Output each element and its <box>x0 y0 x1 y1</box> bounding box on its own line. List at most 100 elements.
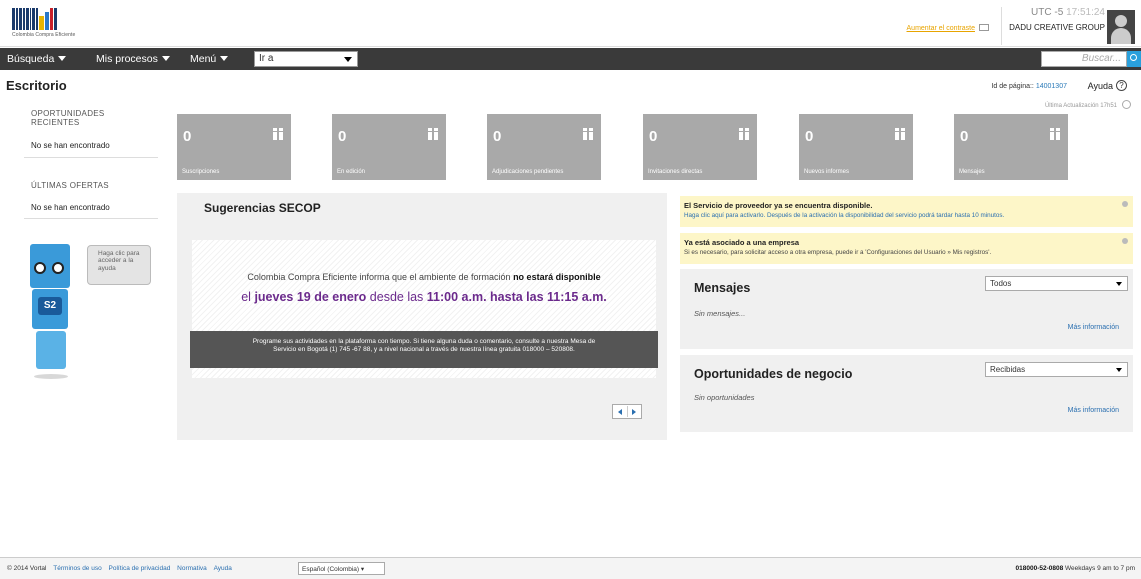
announcement-line-1: Colombia Compra Eficiente informa que el… <box>192 272 656 282</box>
messages-panel: Mensajes Todos Sin mensajes... Más infor… <box>680 269 1133 349</box>
page-title: Escritorio <box>6 78 67 93</box>
goto-select[interactable]: Ir a <box>254 51 358 67</box>
mail-icon[interactable] <box>979 24 989 31</box>
tile-en-edicion[interactable]: 0 En edición <box>332 114 446 180</box>
refresh-icon[interactable] <box>1122 100 1131 109</box>
tile-label: Suscripciones <box>182 169 220 175</box>
announcement-contact-1: Programe sus actividades en la plataform… <box>252 338 596 345</box>
footer-link-normativa[interactable]: Normativa <box>177 565 207 572</box>
business-empty: Sin oportunidades <box>694 393 755 402</box>
announcement-text: desde las <box>369 290 424 304</box>
help-mascot[interactable]: S2 Haga clic para acceder a la ayuda <box>20 234 160 384</box>
nav-mis-procesos[interactable]: Mis procesos <box>96 53 170 65</box>
prev-arrow-icon[interactable] <box>618 409 622 415</box>
notice-text: Si es necesario, para solicitar acceso a… <box>684 249 992 256</box>
footer: © 2014 Vortal Términos de uso Política d… <box>0 557 1141 579</box>
tile-mensajes[interactable]: 0 Mensajes <box>954 114 1068 180</box>
goto-value: Ir a <box>259 53 274 64</box>
mascot-base <box>36 331 66 369</box>
help-link[interactable]: Ayuda <box>1088 81 1113 91</box>
announcement-time: 11:00 a.m. hasta las 11:15 a.m. <box>426 290 607 304</box>
language-value: Español (Colombia) <box>302 566 360 573</box>
avatar[interactable] <box>1107 10 1135 44</box>
announcement-date: jueves 19 de enero <box>254 290 367 304</box>
business-filter-select[interactable]: Recibidas <box>985 362 1128 377</box>
organization-name[interactable]: DADU CREATIVE GROUP <box>1008 23 1105 32</box>
nav-busqueda[interactable]: Búsqueda <box>7 53 67 65</box>
gift-icon <box>583 128 593 140</box>
tile-count: 0 <box>960 128 969 145</box>
support-hours: Weekdays 9 am to 7 pm <box>1065 565 1135 572</box>
messages-title: Mensajes <box>694 281 751 295</box>
increase-contrast-link[interactable]: Aumentar el contraste <box>907 25 975 32</box>
offers-empty: No se han encontrado <box>31 203 110 212</box>
language-select[interactable]: Español (Colombia) ▾ <box>298 562 385 575</box>
page-id: Id de página:: 14001307 <box>991 83 1067 90</box>
logo-caption: Colombia Compra Eficiente <box>12 32 76 38</box>
close-icon[interactable] <box>1122 201 1128 207</box>
copyright: © 2014 Vortal <box>7 565 47 572</box>
footer-link-privacy[interactable]: Política de privacidad <box>109 565 171 572</box>
close-icon[interactable] <box>1122 238 1128 244</box>
user-info: UTC -5 17:51:24 DADU CREATIVE GROUP <box>1001 7 1105 45</box>
gift-icon <box>895 128 905 140</box>
business-panel: Oportunidades de negocio Recibidas Sin o… <box>680 355 1133 432</box>
notice-title: El Servicio de proveedor ya se encuentra… <box>684 201 873 210</box>
business-title: Oportunidades de negocio <box>694 367 853 381</box>
notice-provider-service: El Servicio de proveedor ya se encuentra… <box>680 196 1133 227</box>
main-nav-bar: Búsqueda Mis procesos Menú Ir a Buscar..… <box>0 48 1141 70</box>
suggestions-panel: Sugerencias SECOP Colombia Compra Eficie… <box>177 193 667 440</box>
gift-icon <box>428 128 438 140</box>
support-phone: 018000-52-0808 <box>1015 565 1064 572</box>
colombia-compra-logo[interactable]: Colombia Compra Eficiente <box>12 8 107 42</box>
help-bubble[interactable]: Haga clic para acceder a la ayuda <box>87 245 151 285</box>
mascot-badge: S2 <box>38 297 62 315</box>
chevron-down-icon <box>1116 282 1122 286</box>
tile-adjudicaciones[interactable]: 0 Adjudicaciones pendientes <box>487 114 601 180</box>
announcement-dark-bar: Programe sus actividades en la plataform… <box>190 331 658 368</box>
tile-count: 0 <box>649 128 658 145</box>
footer-link-terms[interactable]: Términos de uso <box>53 565 101 572</box>
footer-right: 018000-52-0808 Weekdays 9 am to 7 pm <box>1016 565 1136 572</box>
footer-link-help[interactable]: Ayuda <box>214 565 232 572</box>
search-input[interactable]: Buscar... <box>1041 51 1127 67</box>
announcement-line-2: el jueves 19 de enero desde las 11:00 a.… <box>192 290 656 304</box>
messages-more-link[interactable]: Más información <box>1068 324 1119 331</box>
help-icon[interactable]: ? <box>1116 80 1127 91</box>
tile-suscripciones[interactable]: 0 Suscripciones <box>177 114 291 180</box>
caret-down-icon <box>344 57 352 62</box>
gift-icon <box>739 128 749 140</box>
nav-mis-procesos-label: Mis procesos <box>96 53 158 65</box>
next-arrow-icon[interactable] <box>632 409 636 415</box>
notice-activate-link[interactable]: Haga clic aquí para activarlo. Después d… <box>684 212 1004 219</box>
nav-menu-label: Menú <box>190 53 217 65</box>
nav-menu[interactable]: Menú <box>190 53 229 65</box>
mascot-eye-icon <box>52 262 64 274</box>
messages-filter-value: Todos <box>990 279 1012 288</box>
carousel-controls <box>612 404 642 419</box>
search-icon[interactable] <box>1127 51 1141 67</box>
opportunities-title: OPORTUNIDADES RECIENTES <box>31 109 105 128</box>
announcement-contact-2: Servicio en Bogotá (1) 745 -67 88, y a n… <box>273 346 575 354</box>
caret-down-icon <box>161 56 170 61</box>
messages-filter-select[interactable]: Todos <box>985 276 1128 291</box>
divider <box>24 157 158 158</box>
tile-label: Adjudicaciones pendientes <box>492 169 564 175</box>
tile-count: 0 <box>183 128 192 145</box>
tile-count: 0 <box>493 128 502 145</box>
tile-label: Invitaciones directas <box>648 169 703 175</box>
messages-empty: Sin mensajes... <box>694 309 746 318</box>
business-more-link[interactable]: Más información <box>1068 407 1119 414</box>
tile-invitaciones[interactable]: 0 Invitaciones directas <box>643 114 757 180</box>
tile-nuevos-informes[interactable]: 0 Nuevos informes <box>799 114 913 180</box>
caret-down-icon <box>58 56 67 61</box>
notice-title: Ya está asociado a una empresa <box>684 238 800 247</box>
tile-label: Mensajes <box>959 169 985 175</box>
tile-label: En edición <box>337 169 366 175</box>
clock: UTC -5 17:51:24 <box>1008 7 1105 18</box>
announcement-text: Colombia Compra Eficiente informa que el… <box>247 272 511 282</box>
mascot-body: S2 <box>32 289 68 329</box>
nav-busqueda-label: Búsqueda <box>7 53 55 65</box>
timezone: UTC -5 <box>1031 7 1064 18</box>
tile-count: 0 <box>338 128 347 145</box>
